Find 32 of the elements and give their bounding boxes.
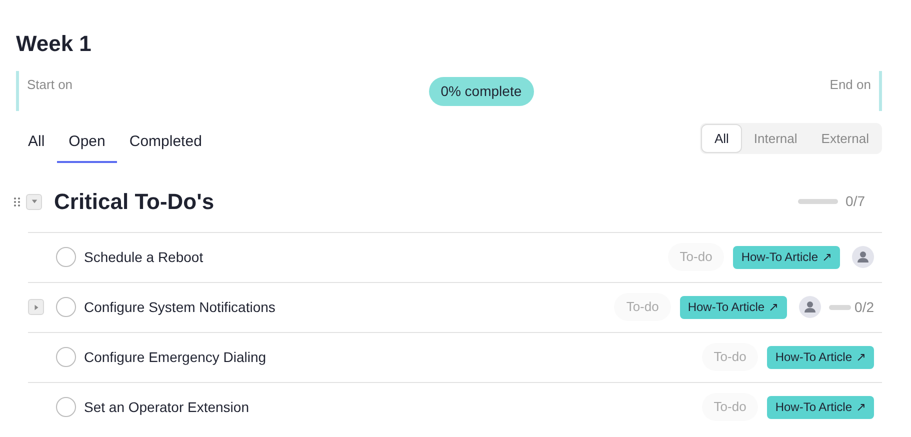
task-name: Configure System Notifications <box>84 298 276 317</box>
page-title: Week 1 <box>16 30 92 58</box>
filter-tab[interactable]: All <box>16 131 57 162</box>
task-checkbox[interactable] <box>56 297 76 317</box>
progress-badge: 0% complete <box>428 77 534 106</box>
status-pill: To-do <box>614 293 671 321</box>
task-name: Set an Operator Extension <box>84 398 249 417</box>
caret-right-icon <box>32 304 40 310</box>
expand-toggle[interactable] <box>26 194 42 210</box>
start-label: Start on <box>27 77 73 92</box>
task-checkbox[interactable] <box>56 397 76 417</box>
task-checkbox[interactable] <box>56 347 76 367</box>
how-to-article-link[interactable]: How-To Article ↗ <box>733 246 840 268</box>
status-pill: To-do <box>702 393 758 421</box>
how-to-article-link[interactable]: How-To Article ↗ <box>767 396 874 418</box>
expand-toggle[interactable] <box>28 299 44 315</box>
status-pill: To-do <box>668 243 724 271</box>
status-pill: To-do <box>702 343 758 371</box>
drag-handle-icon[interactable] <box>14 196 20 206</box>
progress-count: 0/7 <box>846 192 865 211</box>
task-name: Configure Emergency Dialing <box>84 348 266 367</box>
how-to-article-link[interactable]: How-To Article ↗ <box>680 296 787 318</box>
filter-tab[interactable]: Completed <box>117 131 214 162</box>
end-label: End on <box>830 77 871 92</box>
section-title: Critical To-Do's <box>54 188 214 216</box>
how-to-article-link[interactable]: How-To Article ↗ <box>767 346 874 368</box>
caret-down-icon <box>30 198 38 205</box>
task-checkbox[interactable] <box>56 247 76 267</box>
subtask-count: 0/2 <box>854 298 874 316</box>
task-name: Schedule a Reboot <box>84 248 204 266</box>
filter-tab[interactable]: Open <box>56 131 118 162</box>
segment-option[interactable]: All <box>701 124 742 153</box>
